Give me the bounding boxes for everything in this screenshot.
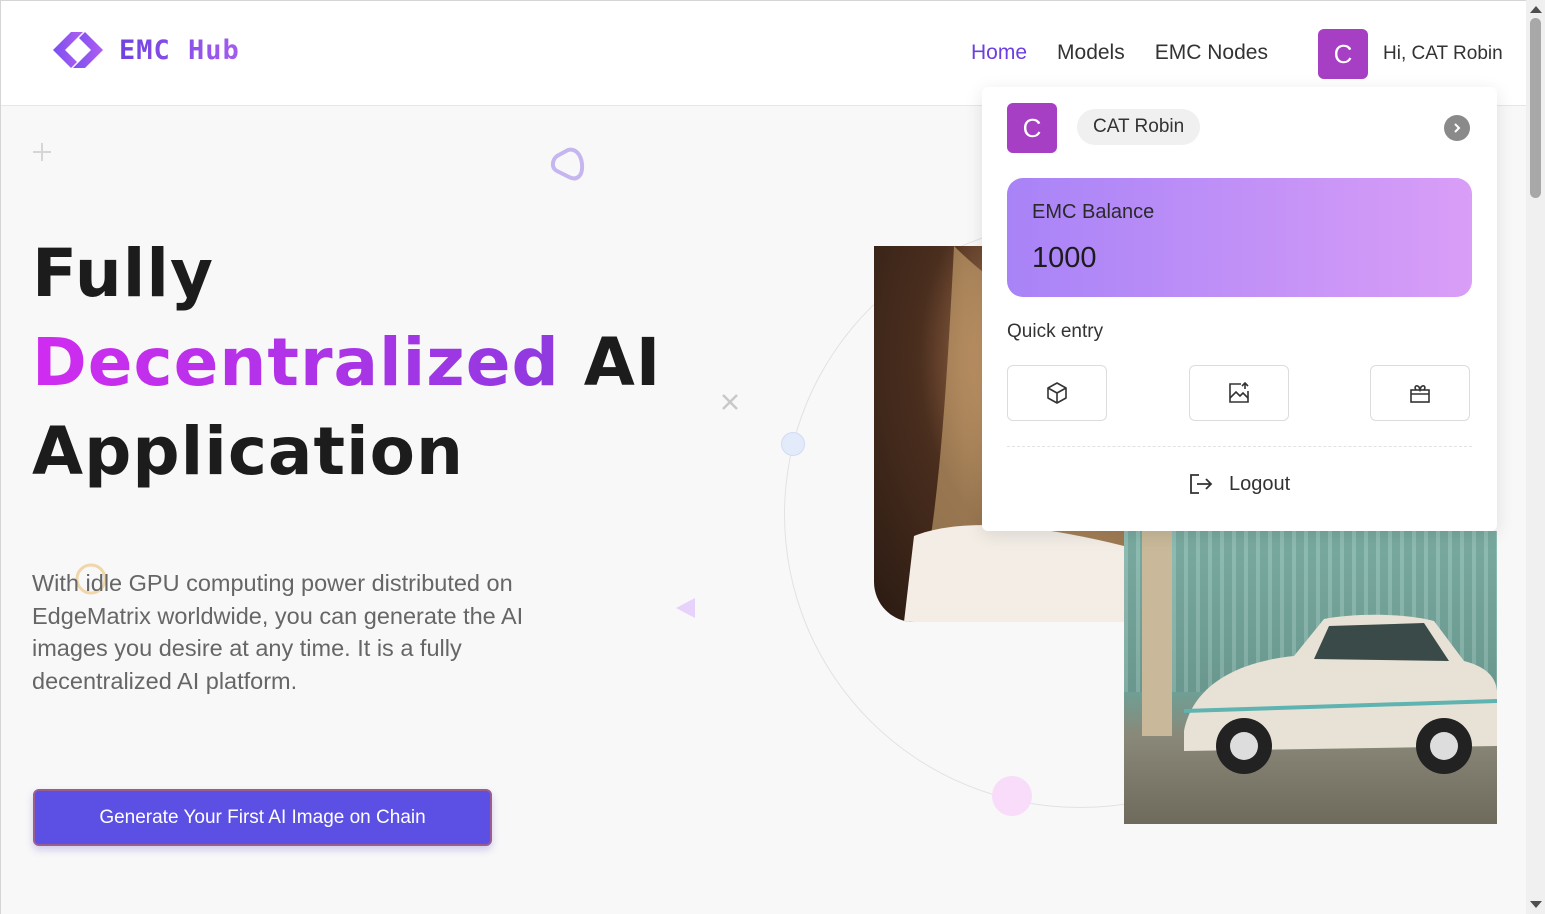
hero-title-highlight: Decentralized	[32, 324, 560, 401]
gift-box-icon	[1410, 384, 1430, 403]
ring-dot-pink	[992, 776, 1032, 816]
dropdown-username: CAT Robin	[1077, 109, 1201, 145]
quick-entry-rewards-button[interactable]	[1370, 365, 1470, 421]
triangle-decoration-icon	[550, 147, 585, 181]
page-scrollbar[interactable]	[1526, 0, 1545, 914]
x-decoration-icon	[722, 394, 738, 410]
page: EMC Hub Home Models EMC Nodes C Hi, CAT …	[0, 0, 1526, 914]
hero-title-ai: AI	[583, 324, 662, 401]
dropdown-divider	[1007, 446, 1472, 447]
scrollbar-thumb[interactable]	[1530, 18, 1541, 198]
user-dropdown-panel: C CAT Robin EMC Balance 1000 Quick entry	[982, 87, 1497, 531]
greeting-text: Hi, CAT Robin	[1383, 43, 1503, 64]
hero-title-line2: Decentralized AI	[32, 318, 661, 407]
ai-vintage-car-image	[1124, 531, 1497, 824]
quick-entry-models-button[interactable]	[1007, 365, 1107, 421]
nav-emc-nodes[interactable]: EMC Nodes	[1155, 41, 1268, 65]
nav-home[interactable]: Home	[971, 41, 1027, 65]
quick-entry-images-button[interactable]	[1189, 365, 1289, 421]
avatar: C	[1318, 29, 1368, 79]
emc-logo-icon	[53, 32, 103, 68]
ring-dot-blue	[781, 432, 805, 456]
cube-icon	[1047, 382, 1067, 404]
hero-title-line3: Application	[32, 413, 464, 490]
emc-hub-logo[interactable]: EMC Hub	[49, 27, 240, 73]
logout-label: Logout	[1229, 472, 1291, 495]
hero-title-line1: Fully	[32, 235, 215, 312]
nav-models[interactable]: Models	[1057, 41, 1125, 65]
balance-label: EMC Balance	[1032, 201, 1155, 223]
logout-icon	[1190, 474, 1213, 494]
hero-title: Fully Decentralized AI Application	[32, 229, 661, 496]
image-upload-icon	[1229, 381, 1249, 403]
play-decoration-icon	[676, 598, 695, 618]
plus-decoration-icon	[33, 143, 51, 161]
profile-arrow-button[interactable]	[1444, 115, 1470, 141]
quick-entry-label: Quick entry	[1007, 321, 1104, 342]
dropdown-avatar: C	[1007, 103, 1057, 153]
user-menu-trigger[interactable]: C Hi, CAT Robin	[1318, 29, 1503, 79]
emc-balance-card: EMC Balance 1000	[1007, 178, 1472, 297]
logo-text: EMC Hub	[119, 34, 240, 66]
chevron-right-icon	[1454, 123, 1461, 133]
hero-description: With idle GPU computing power distribute…	[32, 570, 524, 694]
scroll-up-arrow-icon[interactable]	[1530, 6, 1542, 13]
logout-button[interactable]: Logout	[1188, 472, 1290, 496]
generate-image-button[interactable]: Generate Your First AI Image on Chain	[33, 789, 492, 846]
balance-value: 1000	[1032, 242, 1097, 274]
main-nav: Home Models EMC Nodes	[971, 41, 1268, 65]
scroll-down-arrow-icon[interactable]	[1530, 901, 1542, 908]
